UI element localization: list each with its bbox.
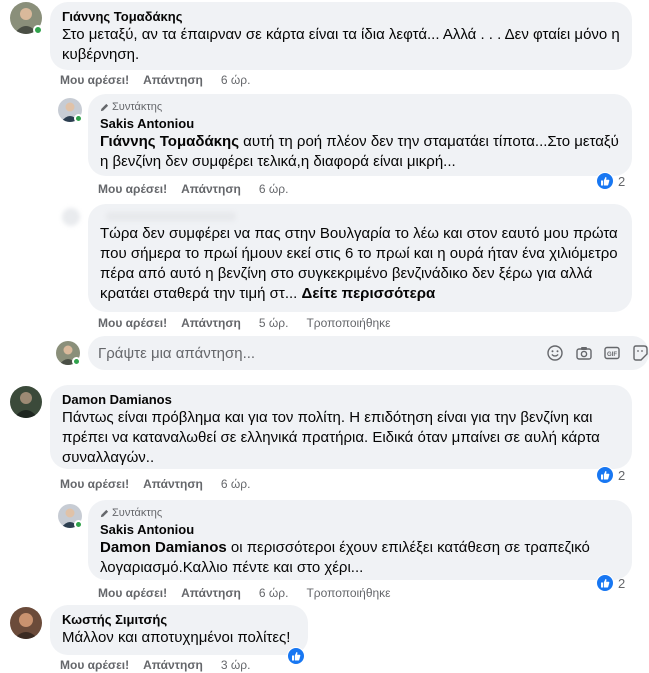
pencil-icon <box>100 509 109 518</box>
online-indicator <box>33 25 43 35</box>
comment-actions: Μου αρέσει! Απάντηση 6 ώρ. <box>60 73 268 87</box>
comment-text: Πάντως είναι πρόβλημα και για τον πολίτη… <box>62 409 600 466</box>
reply-button[interactable]: Απάντηση <box>143 477 203 491</box>
mention-link[interactable]: Damon Damianos <box>100 539 227 556</box>
comment-author[interactable]: Κωστής Σιμιτσής <box>62 612 296 628</box>
comment-text: Damon Damianos οι περισσότεροι έχουν επι… <box>100 538 620 578</box>
reaction-count-label: 2 <box>618 575 626 591</box>
like-reaction-icon <box>596 466 614 484</box>
avatar[interactable] <box>10 607 42 639</box>
like-reaction-icon <box>287 647 305 665</box>
edited-label[interactable]: Τροποποιήθηκε <box>306 586 390 600</box>
timestamp[interactable]: 6 ώρ. <box>259 586 289 600</box>
like-button[interactable]: Μου αρέσει! <box>98 316 167 330</box>
emoji-icon[interactable] <box>547 345 563 366</box>
comment-actions: Μου αρέσει! Απάντηση 6 ώρ. <box>60 477 268 491</box>
timestamp[interactable]: 6 ώρ. <box>221 73 251 87</box>
see-more-link[interactable]: Δείτε περισσότερα <box>302 285 436 302</box>
comment-author[interactable]: Γιάννης Τομαδάκης <box>62 9 620 25</box>
reply-input[interactable]: Γράψτε μια απάντηση... <box>88 336 649 370</box>
comment-author[interactable]: Sakis Antoniou <box>100 522 620 538</box>
author-badge: Συντάκτης <box>100 100 620 114</box>
comment-bubble: Damon Damianos Πάντως είναι πρόβλημα και… <box>50 385 632 469</box>
reply-placeholder: Γράψτε μια απάντηση... <box>98 344 256 362</box>
comment-text: Μάλλον και αποτυχημένοι πολίτες! <box>62 629 291 646</box>
comment-actions: Μου αρέσει! Απάντηση 5 ώρ. Τροποποιήθηκε <box>98 316 391 330</box>
reaction-count[interactable] <box>287 647 305 665</box>
reply-button[interactable]: Απάντηση <box>181 316 241 330</box>
like-button[interactable]: Μου αρέσει! <box>60 73 129 87</box>
reply-button[interactable]: Απάντηση <box>143 73 203 87</box>
comment-author[interactable]: Sakis Antoniou <box>100 116 620 132</box>
camera-icon[interactable] <box>576 345 592 366</box>
timestamp[interactable]: 3 ώρ. <box>221 658 251 672</box>
comment-bubble: Κωστής Σιμιτσής Μάλλον και αποτυχημένοι … <box>50 605 308 655</box>
author-badge-label: Συντάκτης <box>112 507 163 519</box>
reaction-count[interactable]: 2 <box>596 172 625 190</box>
mention-link[interactable]: Γιάννης Τομαδάκης <box>100 133 239 150</box>
like-reaction-icon <box>596 172 614 190</box>
comment-actions: Μου αρέσει! Απάντηση 3 ώρ. <box>60 658 268 672</box>
like-button[interactable]: Μου αρέσει! <box>98 586 167 600</box>
comment-text: Τώρα δεν συμφέρει να πας στην Βουλγαρία … <box>100 224 620 304</box>
sticker-icon[interactable] <box>632 345 648 366</box>
like-reaction-icon <box>596 574 614 592</box>
timestamp[interactable]: 6 ώρ. <box>221 477 251 491</box>
comment-bubble: Τώρα δεν συμφέρει να πας στην Βουλγαρία … <box>88 204 632 312</box>
comment-bubble: Συντάκτης Sakis Antoniou Γιάννης Τομαδάκ… <box>88 94 632 176</box>
reaction-count[interactable]: 2 <box>596 466 625 484</box>
reply-button[interactable]: Απάντηση <box>181 586 241 600</box>
comment-text: Γιάννης Τομαδάκης αυτή τη ροή πλέον δεν … <box>100 132 620 172</box>
reaction-count[interactable]: 2 <box>596 574 625 592</box>
comment-bubble: Γιάννης Τομαδάκης Στο μεταξύ, αν τα έπαι… <box>50 2 632 70</box>
online-indicator <box>74 114 83 123</box>
edited-label[interactable]: Τροποποιήθηκε <box>306 316 390 330</box>
reaction-count-label: 2 <box>618 467 626 483</box>
comment-actions: Μου αρέσει! Απάντηση 6 ώρ. Τροποποιήθηκε <box>98 586 391 600</box>
like-button[interactable]: Μου αρέσει! <box>98 182 167 196</box>
like-button[interactable]: Μου αρέσει! <box>60 658 129 672</box>
reaction-count-label: 2 <box>618 173 626 189</box>
comment-author[interactable]: Damon Damianos <box>62 392 620 408</box>
timestamp[interactable]: 5 ώρ. <box>259 316 289 330</box>
svg-text:GIF: GIF <box>607 352 617 358</box>
author-badge-label: Συντάκτης <box>112 101 163 113</box>
author-badge: Συντάκτης <box>100 506 620 520</box>
pencil-icon <box>100 103 109 112</box>
reply-button[interactable]: Απάντηση <box>143 658 203 672</box>
reply-button[interactable]: Απάντηση <box>181 182 241 196</box>
online-indicator <box>72 357 81 366</box>
comment-actions: Μου αρέσει! Απάντηση 6 ώρ. <box>98 182 306 196</box>
blurred-author-name <box>106 212 236 221</box>
like-button[interactable]: Μου αρέσει! <box>60 477 129 491</box>
comment-text: Στο μεταξύ, αν τα έπαιρναν σε κάρτα είνα… <box>62 26 620 63</box>
timestamp[interactable]: 6 ώρ. <box>259 182 289 196</box>
blurred-avatar <box>62 208 80 226</box>
online-indicator <box>74 520 83 529</box>
gif-icon[interactable]: GIF <box>604 345 620 366</box>
avatar[interactable] <box>10 386 42 418</box>
comment-bubble: Συντάκτης Sakis Antoniou Damon Damianos … <box>88 500 632 580</box>
